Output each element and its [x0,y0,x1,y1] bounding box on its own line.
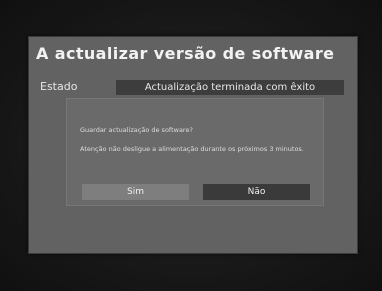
dialog-question: Guardar actualização de software? [80,126,193,134]
dialog-warning: Atenção não desligue a alimentação duran… [80,145,304,153]
page-title: A actualizar versão de software [36,44,335,63]
status-value: Actualização terminada com êxito [116,80,344,95]
no-button[interactable]: Não [203,184,310,200]
yes-button[interactable]: Sim [82,184,189,200]
status-label: Estado [40,80,78,93]
